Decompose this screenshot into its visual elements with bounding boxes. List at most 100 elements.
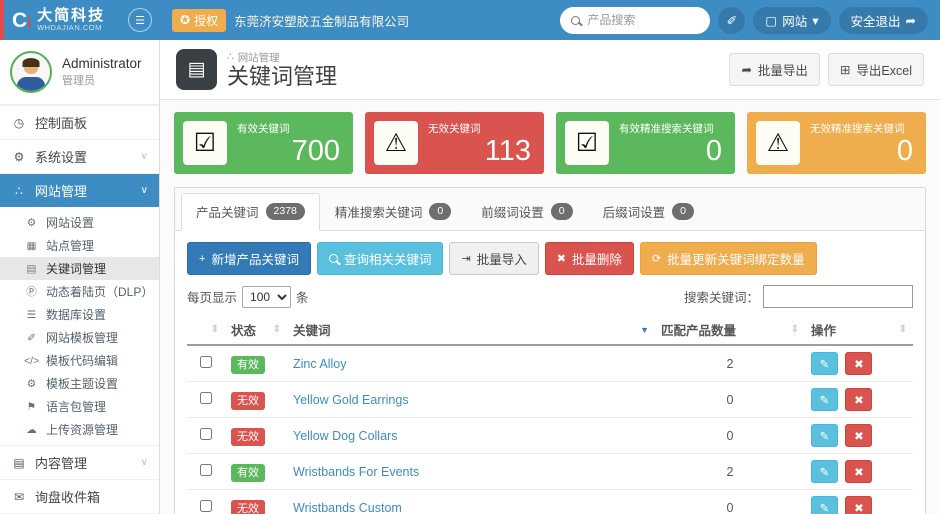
submenu-item-template-theme[interactable]: ⚙ 模板主题设置 bbox=[0, 372, 159, 395]
submenu-item-website-settings[interactable]: ⚙ 网站设置 bbox=[0, 211, 159, 234]
database-icon: ☰ bbox=[26, 308, 37, 321]
delete-icon: ✖ bbox=[854, 430, 864, 443]
sidebar-item-dashboard[interactable]: ◷ 控制面板 bbox=[0, 105, 159, 139]
theme-brush-button[interactable]: ✐ bbox=[718, 6, 746, 34]
tab-product-keywords[interactable]: 产品关键词 2378 bbox=[181, 193, 320, 231]
keyword-link[interactable]: Wristbands Custom bbox=[293, 501, 402, 514]
delete-button[interactable]: ✖ bbox=[845, 496, 873, 514]
keyword-link[interactable]: Zinc Alloy bbox=[293, 357, 347, 371]
row-checkbox[interactable] bbox=[200, 500, 212, 512]
sort-desc-icon: ▼ bbox=[640, 324, 649, 335]
stat-card-invalid-precise-keywords: ⚠ 无效精准搜索关键词 0 bbox=[747, 112, 926, 174]
excel-file-icon: ⊞ bbox=[839, 63, 851, 77]
row-checkbox[interactable] bbox=[200, 392, 212, 404]
stat-card-value: 700 bbox=[291, 135, 340, 168]
sidebar-toggle-button[interactable]: ☰ bbox=[128, 8, 152, 32]
submenu-item-keyword-management[interactable]: ▤ 关键词管理 bbox=[0, 257, 159, 280]
product-search[interactable] bbox=[560, 6, 711, 34]
submenu-item-label: 站点管理 bbox=[46, 239, 95, 253]
batch-import-button[interactable]: ⇥ 批量导入 bbox=[449, 242, 539, 275]
sidebar-item-inquiry-inbox[interactable]: ✉ 询盘收件箱 bbox=[0, 479, 159, 513]
status-badge: 无效 bbox=[231, 499, 265, 514]
tab-suffix-settings[interactable]: 后缀词设置 0 bbox=[588, 193, 709, 231]
topbar: Ci 大简科技 WHDAJIAN.COM ☰ ✪ 授权 东莞济安塑胶五金制品有限… bbox=[0, 0, 940, 40]
submenu-item-upload-resources[interactable]: ☁ 上传资源管理 bbox=[0, 418, 159, 441]
query-related-keywords-button[interactable]: 查询相关关键词 bbox=[316, 242, 444, 275]
sidebar-item-system-settings[interactable]: ⚙ 系统设置 ∨ bbox=[0, 139, 159, 173]
site-menu-button[interactable]: ▢ 网站 ▾ bbox=[753, 6, 831, 34]
header-actions[interactable]: 操作 ⇕ bbox=[805, 315, 913, 346]
match-count: 2 bbox=[655, 453, 805, 490]
delete-button[interactable]: ✖ bbox=[845, 460, 873, 483]
row-checkbox[interactable] bbox=[200, 464, 212, 476]
submenu-item-database-settings[interactable]: ☰ 数据库设置 bbox=[0, 303, 159, 326]
award-icon: ✪ bbox=[180, 13, 191, 27]
book-icon: ▤ bbox=[13, 455, 25, 470]
row-checkbox[interactable] bbox=[200, 428, 212, 440]
logout-button[interactable]: 安全退出 ➦ bbox=[838, 6, 928, 34]
add-keyword-button[interactable]: + 新增产品关键词 bbox=[187, 242, 311, 275]
table-header-row: ⇕ 状态 ⇕ 关键词 ▼ 匹配产品数量 ⇕ 操作 ⇕ bbox=[187, 315, 913, 346]
submenu-item-language-pack[interactable]: ⚑ 语言包管理 bbox=[0, 395, 159, 418]
header-status[interactable]: 状态 ⇕ bbox=[225, 315, 287, 346]
header-keyword[interactable]: 关键词 ▼ bbox=[287, 315, 655, 346]
row-checkbox[interactable] bbox=[200, 356, 212, 368]
header-match-count[interactable]: 匹配产品数量 ⇕ bbox=[655, 315, 805, 346]
edit-button[interactable]: ✎ bbox=[811, 388, 838, 411]
sidebar-item-label: 询盘收件箱 bbox=[35, 490, 101, 505]
submenu-item-template-code[interactable]: </> 模板代码编辑 bbox=[0, 349, 159, 372]
export-excel-label: 导出Excel bbox=[856, 64, 912, 78]
edit-button[interactable]: ✎ bbox=[811, 460, 838, 483]
stat-card-label: 无效精准搜索关键词 bbox=[810, 123, 905, 136]
submenu-item-site-list[interactable]: ▦ 站点管理 bbox=[0, 234, 159, 257]
keyword-link[interactable]: Wristbands For Events bbox=[293, 465, 419, 479]
sign-in-icon: ⇥ bbox=[461, 253, 471, 265]
header-checkbox-column[interactable]: ⇕ bbox=[187, 315, 225, 346]
avatar bbox=[10, 51, 52, 93]
sidebar-item-content-management[interactable]: ▤ 内容管理 ∨ bbox=[0, 445, 159, 479]
edit-button[interactable]: ✎ bbox=[811, 424, 838, 447]
flag-icon: ⚑ bbox=[26, 400, 37, 413]
keyword-link[interactable]: Yellow Gold Earrings bbox=[293, 393, 409, 407]
warning-icon: ⚠ bbox=[374, 121, 418, 165]
sidebar-item-label: 系统设置 bbox=[35, 150, 88, 165]
brand-logo[interactable]: Ci 大简科技 WHDAJIAN.COM ☰ bbox=[0, 0, 160, 40]
delete-button[interactable]: ✖ bbox=[845, 424, 873, 447]
match-count: 0 bbox=[655, 489, 805, 514]
submenu-item-dlp[interactable]: Ⓟ 动态着陆页（DLP） bbox=[0, 280, 159, 303]
edit-button[interactable]: ✎ bbox=[811, 352, 838, 375]
stat-card-value: 0 bbox=[896, 135, 913, 168]
times-icon: ✖ bbox=[556, 253, 566, 265]
product-search-input[interactable] bbox=[587, 13, 688, 27]
submenu-item-template-management[interactable]: ✐ 网站模板管理 bbox=[0, 326, 159, 349]
delete-button[interactable]: ✖ bbox=[845, 388, 873, 411]
tab-label: 前缀词设置 bbox=[481, 206, 544, 220]
button-label: 批量删除 bbox=[571, 253, 622, 267]
list-icon: ▦ bbox=[26, 239, 37, 252]
keyword-link[interactable]: Yellow Dog Collars bbox=[293, 429, 397, 443]
cogs-icon: ⚙ bbox=[26, 216, 37, 229]
match-count: 2 bbox=[655, 345, 805, 382]
check-square-icon: ☑ bbox=[183, 121, 227, 165]
tab-prefix-settings[interactable]: 前缀词设置 0 bbox=[466, 193, 587, 231]
stat-card-value: 0 bbox=[705, 135, 722, 168]
content: ☑ 有效关键词 700 ⚠ 无效关键词 113 ☑ 有效精准搜索关键词 0 ⚠ … bbox=[160, 100, 940, 514]
table-row: 有效 Wristbands For Events 2 ✎ ✖ bbox=[187, 453, 913, 490]
export-excel-button[interactable]: ⊞ 导出Excel bbox=[827, 53, 924, 86]
batch-delete-button[interactable]: ✖ 批量删除 bbox=[544, 242, 634, 275]
keyword-search-input[interactable] bbox=[763, 285, 913, 308]
page-size-select[interactable]: 100 bbox=[242, 285, 292, 308]
submenu-item-label: 数据库设置 bbox=[46, 308, 107, 322]
delete-icon: ✖ bbox=[854, 394, 864, 407]
stat-card-valid-keywords: ☑ 有效关键词 700 bbox=[174, 112, 353, 174]
delete-button[interactable]: ✖ bbox=[845, 352, 873, 375]
sidebar-item-site-management[interactable]: ∴ 网站管理 ∨ bbox=[0, 173, 159, 207]
batch-update-bindings-button[interactable]: ⟳ 批量更新关键词绑定数量 bbox=[639, 242, 817, 275]
match-count: 0 bbox=[655, 417, 805, 454]
batch-export-button[interactable]: ➦ 批量导出 bbox=[729, 53, 820, 86]
edit-button[interactable]: ✎ bbox=[811, 496, 838, 514]
sidebar-item-label: 控制面板 bbox=[35, 116, 88, 131]
list-controls: 每页显示 100 条 搜索关键词： bbox=[187, 285, 913, 308]
tab-precise-search-keywords[interactable]: 精准搜索关键词 0 bbox=[320, 193, 466, 231]
sidebar-item-label: 内容管理 bbox=[35, 456, 88, 471]
